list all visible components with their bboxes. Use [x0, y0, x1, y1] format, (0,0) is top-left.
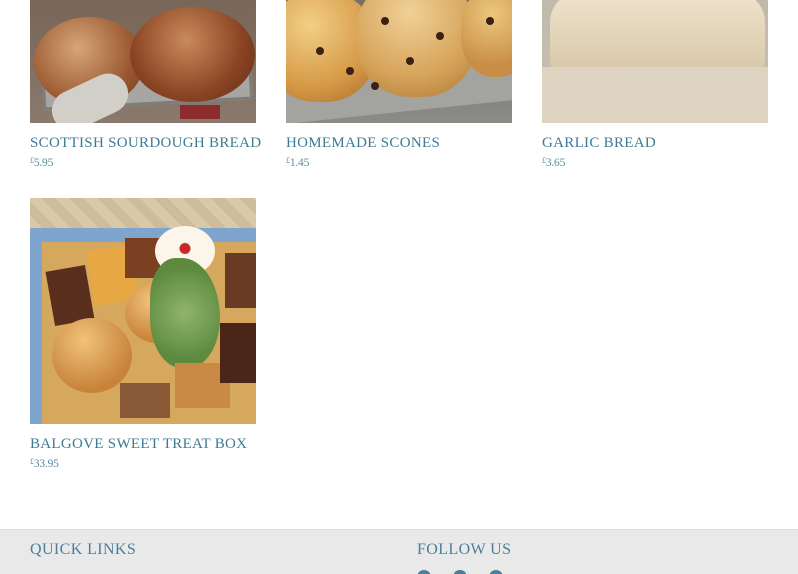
product-image-scones[interactable] [286, 0, 512, 123]
product-card-sweet-treat-box[interactable]: BALGOVE SWEET TREAT BOX £33.95 [30, 198, 256, 470]
follow-us-heading: FOLLOW US [417, 541, 512, 558]
price-value: 5.95 [33, 157, 54, 169]
site-footer: QUICK LINKS FOLLOW US [0, 529, 798, 574]
price-value: 1.45 [289, 157, 310, 169]
product-image-sourdough[interactable] [30, 0, 256, 123]
product-image-garlic-bread[interactable] [542, 0, 768, 123]
product-price: £5.95 [30, 156, 256, 169]
quick-links-heading: QUICK LINKS [30, 541, 137, 558]
product-price: £1.45 [286, 156, 512, 169]
instagram-icon[interactable] [489, 570, 503, 574]
product-price: £3.65 [542, 156, 768, 169]
price-value: 33.95 [33, 458, 59, 470]
product-name[interactable]: GARLIC BREAD [542, 135, 768, 152]
product-card-scones[interactable]: HOMEMADE SCONES £1.45 [286, 0, 512, 169]
product-card-sourdough[interactable]: SCOTTISH SOURDOUGH BREAD £5.95 [30, 0, 261, 169]
facebook-icon[interactable] [417, 570, 431, 574]
twitter-icon[interactable] [453, 570, 467, 574]
price-value: 3.65 [545, 157, 566, 169]
product-price: £33.95 [30, 457, 256, 470]
product-name[interactable]: SCOTTISH SOURDOUGH BREAD [30, 135, 261, 152]
product-image-sweet-treat-box[interactable] [30, 198, 256, 424]
product-card-garlic-bread[interactable]: GARLIC BREAD £3.65 [542, 0, 768, 169]
product-name[interactable]: BALGOVE SWEET TREAT BOX [30, 436, 256, 453]
product-name[interactable]: HOMEMADE SCONES [286, 135, 512, 152]
social-links [417, 570, 503, 574]
